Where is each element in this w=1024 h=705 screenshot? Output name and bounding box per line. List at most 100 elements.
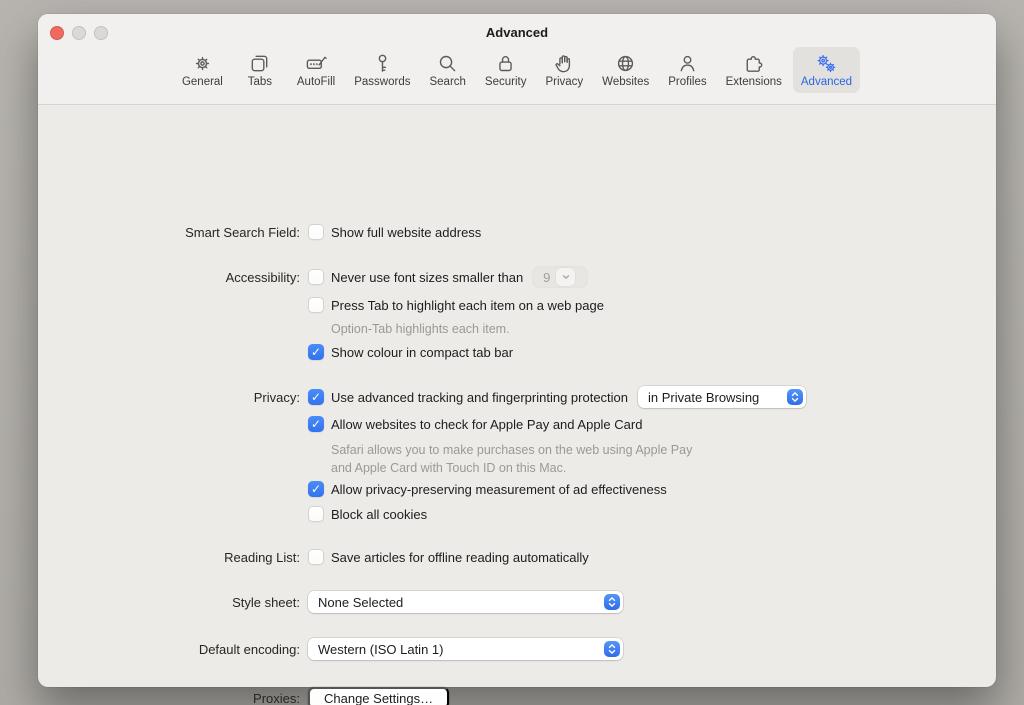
smart-search-label: Smart Search Field: <box>38 225 300 240</box>
checkbox[interactable] <box>308 481 324 497</box>
checkbox-label: Use advanced tracking and fingerprinting… <box>331 390 628 405</box>
tab-search[interactable]: Search <box>421 47 473 93</box>
default-encoding-select[interactable]: Western (ISO Latin 1) <box>308 638 623 660</box>
privacy-row-4: Block all cookies <box>38 503 996 525</box>
safari-settings-window: Advanced General Tabs AutoFill <box>38 14 996 687</box>
tab-profiles[interactable]: Profiles <box>660 47 714 93</box>
updown-chevrons-icon <box>604 641 620 657</box>
checkbox[interactable] <box>308 297 324 313</box>
press-tab-checkbox-item[interactable]: Press Tab to highlight each item on a we… <box>308 297 604 313</box>
checkbox[interactable] <box>308 269 324 285</box>
tab-label: Tabs <box>248 76 272 89</box>
tab-autofill[interactable]: AutoFill <box>289 47 343 93</box>
proxies-row: Proxies: Change Settings… <box>38 687 996 705</box>
checkbox-label: Block all cookies <box>331 507 427 522</box>
apple-pay-caption: Safari allows you to make purchases on t… <box>331 441 692 477</box>
tab-label: Profiles <box>668 76 706 89</box>
default-encoding-row: Default encoding: Western (ISO Latin 1) <box>38 638 996 660</box>
change-settings-button[interactable]: Change Settings… <box>308 687 449 705</box>
style-sheet-select[interactable]: None Selected <box>308 591 623 613</box>
save-articles-checkbox-item[interactable]: Save articles for offline reading automa… <box>308 549 589 565</box>
checkbox-label: Show full website address <box>331 225 481 240</box>
privacy-row-2: Allow websites to check for Apple Pay an… <box>38 413 996 435</box>
press-tab-caption: Option-Tab highlights each item. <box>331 320 510 338</box>
proxies-label: Proxies: <box>38 691 300 705</box>
checkbox[interactable] <box>308 224 324 240</box>
tab-label: Search <box>429 76 465 89</box>
tab-general[interactable]: General <box>174 47 231 93</box>
gears-icon <box>815 52 838 75</box>
block-cookies-checkbox-item[interactable]: Block all cookies <box>308 506 427 522</box>
tab-label: General <box>182 76 223 89</box>
advanced-pane: Smart Search Field: Show full website ad… <box>38 105 996 687</box>
tab-websites[interactable]: Websites <box>594 47 657 93</box>
font-size-select: 9 <box>533 267 587 287</box>
tab-label: Security <box>485 76 527 89</box>
autofill-icon <box>305 52 328 75</box>
reading-list-label: Reading List: <box>38 550 300 565</box>
tab-label: Websites <box>602 76 649 89</box>
settings-toolbar: General Tabs AutoFill Passwords <box>38 47 996 93</box>
select-value: None Selected <box>318 595 403 610</box>
select-value: Western (ISO Latin 1) <box>318 642 443 657</box>
gear-icon <box>191 52 214 75</box>
tab-security[interactable]: Security <box>477 47 535 93</box>
checkbox[interactable] <box>308 549 324 565</box>
font-size-value: 9 <box>543 270 550 285</box>
privacy-row-3: Allow privacy-preserving measurement of … <box>38 478 996 500</box>
checkbox-label: Save articles for offline reading automa… <box>331 550 589 565</box>
tabs-icon <box>248 52 271 75</box>
accessibility-row-2: Press Tab to highlight each item on a we… <box>38 294 996 316</box>
show-colour-checkbox-item[interactable]: Show colour in compact tab bar <box>308 344 513 360</box>
updown-chevrons-icon <box>787 389 803 405</box>
lock-icon <box>494 52 517 75</box>
tab-passwords[interactable]: Passwords <box>346 47 418 93</box>
magnifier-icon <box>436 52 459 75</box>
tracking-protection-checkbox-item[interactable]: Use advanced tracking and fingerprinting… <box>308 389 628 405</box>
checkbox[interactable] <box>308 344 324 360</box>
ad-measurement-checkbox-item[interactable]: Allow privacy-preserving measurement of … <box>308 481 667 497</box>
tab-label: Privacy <box>545 76 583 89</box>
tab-advanced[interactable]: Advanced <box>793 47 860 93</box>
style-sheet-label: Style sheet: <box>38 595 300 610</box>
show-full-address-checkbox-item[interactable]: Show full website address <box>308 224 481 240</box>
tab-label: Extensions <box>726 76 782 89</box>
tab-label: Passwords <box>354 76 410 89</box>
titlebar: Advanced General Tabs AutoFill <box>38 14 996 105</box>
tab-tabs[interactable]: Tabs <box>234 47 286 93</box>
tab-extensions[interactable]: Extensions <box>718 47 790 93</box>
checkbox[interactable] <box>308 416 324 432</box>
tab-privacy[interactable]: Privacy <box>537 47 591 93</box>
privacy-label: Privacy: <box>38 390 300 405</box>
privacy-row-1: Privacy: Use advanced tracking and finge… <box>38 386 996 408</box>
accessibility-row-1: Accessibility: Never use font sizes smal… <box>38 266 996 288</box>
checkbox-label: Show colour in compact tab bar <box>331 345 513 360</box>
accessibility-row-3: Show colour in compact tab bar <box>38 341 996 363</box>
key-icon <box>371 52 394 75</box>
desktop: { "window_title": "Advanced", "toolbar":… <box>0 0 1024 705</box>
checkbox[interactable] <box>308 506 324 522</box>
smart-search-row: Smart Search Field: Show full website ad… <box>38 221 996 243</box>
caption-line: and Apple Card with Touch ID on this Mac… <box>331 459 692 477</box>
tab-label: AutoFill <box>297 76 335 89</box>
select-value: in Private Browsing <box>648 390 759 405</box>
checkbox[interactable] <box>308 389 324 405</box>
puzzle-icon <box>742 52 765 75</box>
tab-label: Advanced <box>801 76 852 89</box>
caption-line: Safari allows you to make purchases on t… <box>331 441 692 459</box>
person-icon <box>676 52 699 75</box>
accessibility-label: Accessibility: <box>38 270 300 285</box>
hand-icon <box>553 52 576 75</box>
checkbox-label: Never use font sizes smaller than <box>331 270 523 285</box>
apple-pay-checkbox-item[interactable]: Allow websites to check for Apple Pay an… <box>308 416 642 432</box>
updown-chevrons-icon <box>604 594 620 610</box>
globe-icon <box>614 52 637 75</box>
chevron-down-icon <box>556 268 575 286</box>
checkbox-label: Allow websites to check for Apple Pay an… <box>331 417 642 432</box>
style-sheet-row: Style sheet: None Selected <box>38 591 996 613</box>
window-title: Advanced <box>38 25 996 40</box>
default-encoding-label: Default encoding: <box>38 642 300 657</box>
never-use-fonts-checkbox-item[interactable]: Never use font sizes smaller than <box>308 269 523 285</box>
tracking-protection-select[interactable]: in Private Browsing <box>638 386 806 408</box>
reading-list-row: Reading List: Save articles for offline … <box>38 546 996 568</box>
